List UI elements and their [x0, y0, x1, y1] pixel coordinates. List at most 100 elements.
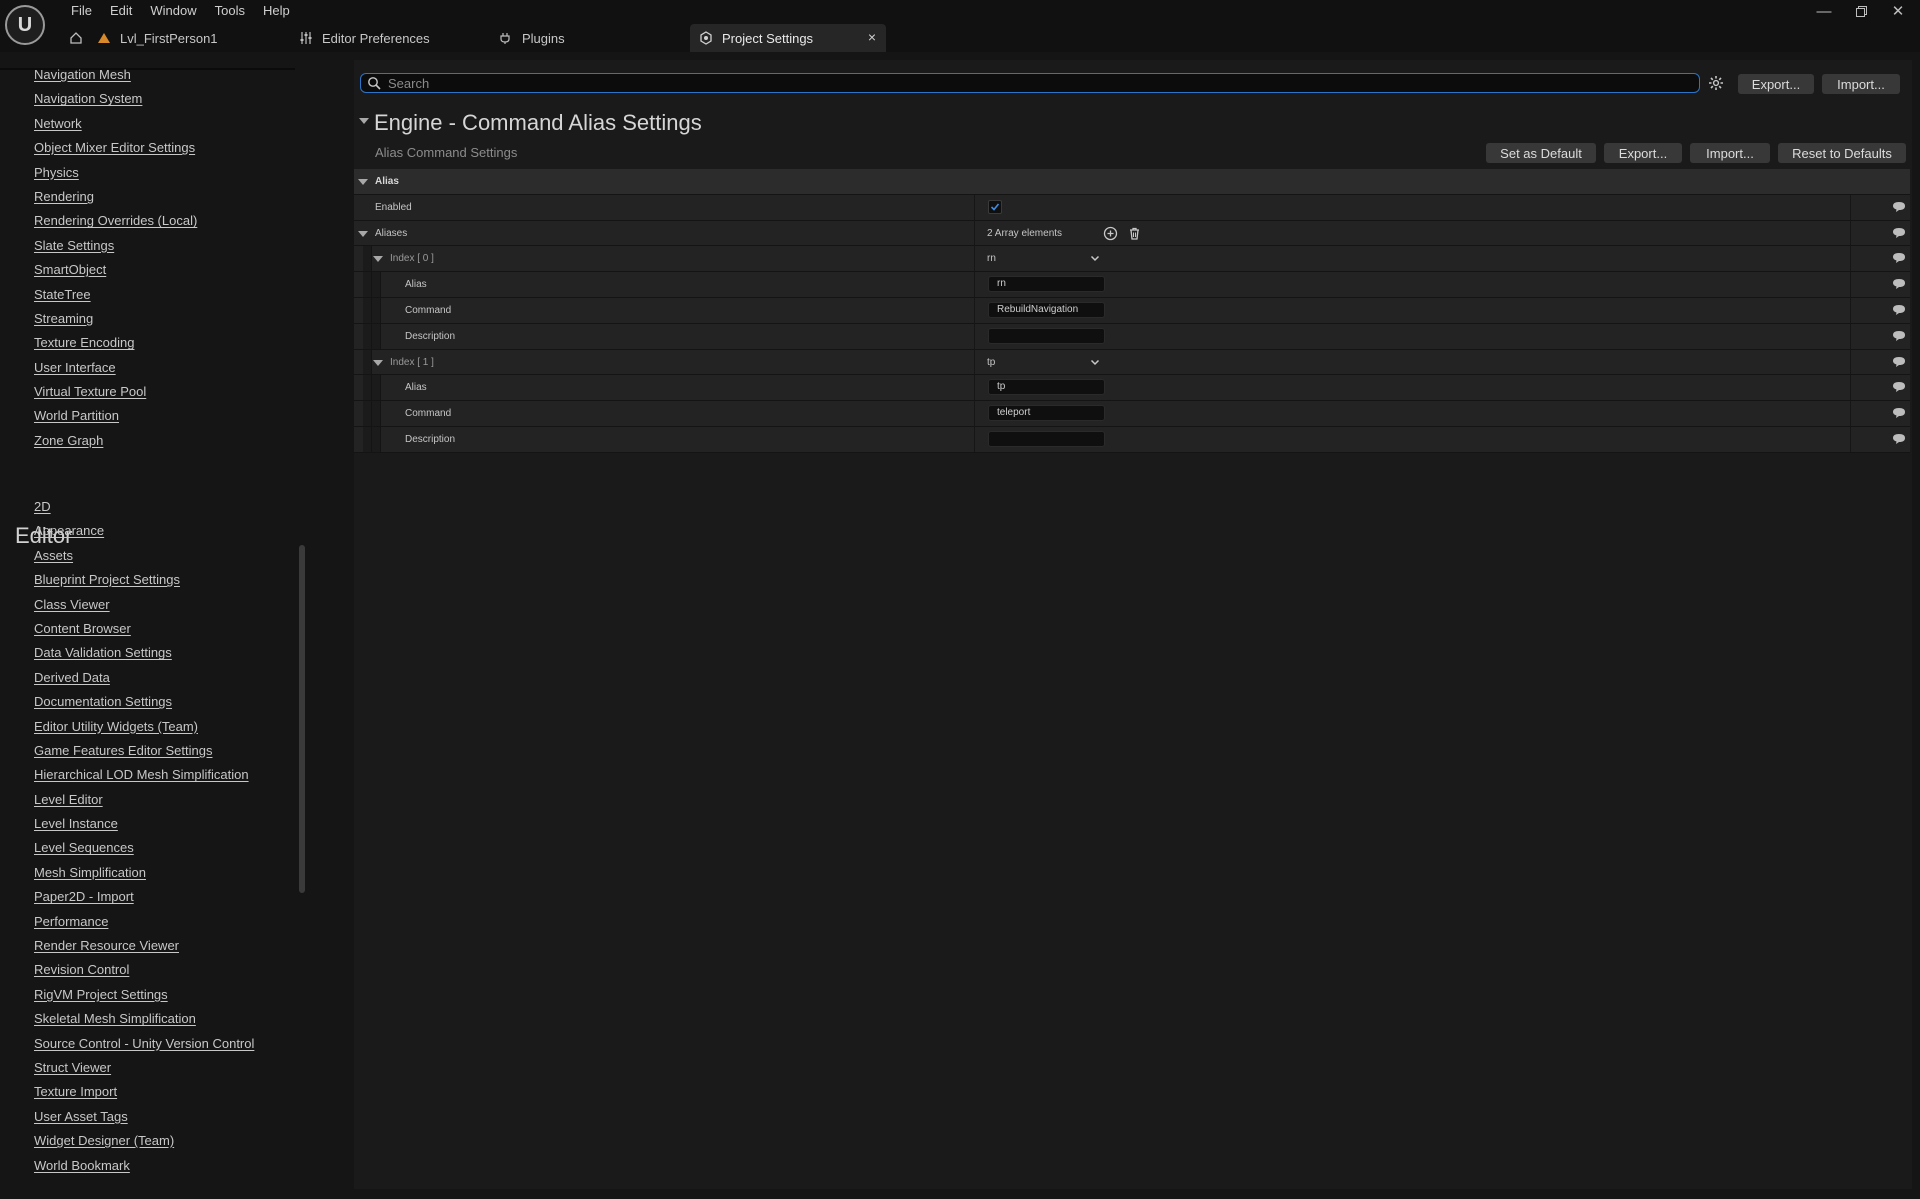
gear-icon[interactable]	[1706, 73, 1726, 93]
sidebar-item-editor-utility-widgets-team[interactable]: Editor Utility Widgets (Team)	[34, 715, 254, 739]
collapse-section-icon[interactable]	[358, 179, 368, 185]
comment-icon[interactable]	[1892, 304, 1906, 316]
comment-icon[interactable]	[1892, 407, 1906, 419]
sidebar-item-source-control-unity-version-control[interactable]: Source Control - Unity Version Control	[34, 1032, 254, 1056]
sidebar-item-navigation-mesh[interactable]: Navigation Mesh	[34, 63, 197, 87]
chevron-down-icon[interactable]	[1089, 252, 1101, 264]
comment-icon[interactable]	[1892, 252, 1906, 264]
comment-icon[interactable]	[1892, 227, 1906, 239]
sidebar-item-physics[interactable]: Physics	[34, 161, 197, 185]
sidebar-item-statetree[interactable]: StateTree	[34, 283, 197, 307]
panel-splitter[interactable]	[330, 52, 355, 1199]
description-field[interactable]	[988, 430, 1105, 447]
expand-element-icon[interactable]	[373, 359, 383, 366]
sidebar-item-struct-viewer[interactable]: Struct Viewer	[34, 1056, 254, 1080]
sidebar-item-user-interface[interactable]: User Interface	[34, 356, 197, 380]
sidebar-item-data-validation-settings[interactable]: Data Validation Settings	[34, 641, 254, 665]
delete-elements-icon[interactable]	[1127, 226, 1142, 241]
sidebar-item-blueprint-project-settings[interactable]: Blueprint Project Settings	[34, 568, 254, 592]
minimize-icon[interactable]: —	[1806, 0, 1842, 22]
comment-icon[interactable]	[1892, 330, 1906, 342]
sidebar-item-performance[interactable]: Performance	[34, 910, 254, 934]
export-button[interactable]: Export...	[1738, 74, 1814, 94]
menu-edit[interactable]: Edit	[101, 0, 141, 22]
tab-project-settings[interactable]: Project Settings ×	[690, 24, 886, 52]
sidebar-item-world-bookmark[interactable]: World Bookmark	[34, 1154, 254, 1178]
sidebar-item-game-features-editor-settings[interactable]: Game Features Editor Settings	[34, 739, 254, 763]
close-tab-icon[interactable]: ×	[868, 29, 876, 45]
sidebar-item-level-editor[interactable]: Level Editor	[34, 788, 254, 812]
alias-section-header[interactable]: Alias	[354, 169, 1910, 195]
sidebar-item-texture-encoding[interactable]: Texture Encoding	[34, 331, 197, 355]
sidebar-item-world-partition[interactable]: World Partition	[34, 404, 197, 428]
collapse-category-icon[interactable]	[359, 118, 369, 124]
sidebar-item-documentation-settings[interactable]: Documentation Settings	[34, 690, 254, 714]
array-element-header[interactable]: Index [ 0 ] rn	[354, 246, 1910, 273]
sidebar-item-paper2d-import[interactable]: Paper2D - Import	[34, 885, 254, 909]
menu-window[interactable]: Window	[141, 0, 205, 22]
sidebar-item-appearance[interactable]: Appearance	[34, 519, 254, 543]
command-field[interactable]: teleport	[988, 405, 1105, 422]
add-element-icon[interactable]	[1103, 226, 1118, 241]
sidebar-item-level-sequences[interactable]: Level Sequences	[34, 836, 254, 860]
reset-to-defaults-button[interactable]: Reset to Defaults	[1778, 143, 1906, 163]
restore-icon[interactable]	[1843, 0, 1879, 22]
menu-help[interactable]: Help	[254, 0, 299, 22]
description-field[interactable]	[988, 327, 1105, 344]
menu-tools[interactable]: Tools	[206, 0, 254, 22]
sidebar-item-skeletal-mesh-simplification[interactable]: Skeletal Mesh Simplification	[34, 1007, 254, 1031]
sidebar-item-2d[interactable]: 2D	[34, 495, 254, 519]
comment-icon[interactable]	[1892, 381, 1906, 393]
expand-element-icon[interactable]	[373, 256, 383, 263]
sidebar-item-hierarchical-lod-mesh-simplification[interactable]: Hierarchical LOD Mesh Simplification	[34, 763, 254, 787]
array-element-header[interactable]: Index [ 1 ] tp	[354, 349, 1910, 376]
sidebar-item-revision-control[interactable]: Revision Control	[34, 958, 254, 982]
sidebar-item-rendering-overrides-local[interactable]: Rendering Overrides (Local)	[34, 209, 197, 233]
enabled-checkbox[interactable]	[988, 199, 1002, 214]
sidebar-item-mesh-simplification[interactable]: Mesh Simplification	[34, 861, 254, 885]
sidebar-item-texture-import[interactable]: Texture Import	[34, 1080, 254, 1104]
element-combo-value[interactable]: tp	[987, 350, 995, 375]
menu-file[interactable]: File	[62, 0, 101, 22]
element-combo-value[interactable]: rn	[987, 246, 996, 271]
sidebar-item-class-viewer[interactable]: Class Viewer	[34, 593, 254, 617]
search-input[interactable]	[360, 73, 1700, 93]
sidebar-item-smartobject[interactable]: SmartObject	[34, 258, 197, 282]
sidebar-item-object-mixer-editor-settings[interactable]: Object Mixer Editor Settings	[34, 136, 197, 160]
sidebar-item-navigation-system[interactable]: Navigation System	[34, 87, 197, 111]
sidebar-item-slate-settings[interactable]: Slate Settings	[34, 234, 197, 258]
alias-field[interactable]: rn	[988, 276, 1105, 293]
sidebar-item-render-resource-viewer[interactable]: Render Resource Viewer	[34, 934, 254, 958]
sidebar-item-widget-designer-team[interactable]: Widget Designer (Team)	[34, 1129, 254, 1153]
search-field[interactable]	[386, 74, 1670, 92]
chevron-down-icon[interactable]	[1089, 356, 1101, 368]
sidebar-item-virtual-texture-pool[interactable]: Virtual Texture Pool	[34, 380, 197, 404]
category-import-button[interactable]: Import...	[1690, 143, 1770, 163]
comment-icon[interactable]	[1892, 356, 1906, 368]
comment-icon[interactable]	[1892, 201, 1906, 213]
sidebar-scrollbar[interactable]	[299, 545, 305, 893]
category-export-button[interactable]: Export...	[1604, 143, 1682, 163]
tab-plugins[interactable]: Plugins	[498, 24, 648, 52]
sidebar-item-content-browser[interactable]: Content Browser	[34, 617, 254, 641]
sidebar-item-rendering[interactable]: Rendering	[34, 185, 197, 209]
tab-editor-preferences[interactable]: Editor Preferences	[298, 24, 478, 52]
sidebar-item-network[interactable]: Network	[34, 112, 197, 136]
alias-field[interactable]: tp	[988, 379, 1105, 396]
sidebar-item-assets[interactable]: Assets	[34, 544, 254, 568]
unreal-logo-icon[interactable]: U	[5, 5, 45, 45]
sidebar-item-streaming[interactable]: Streaming	[34, 307, 197, 331]
sidebar-item-level-instance[interactable]: Level Instance	[34, 812, 254, 836]
command-field[interactable]: RebuildNavigation	[988, 301, 1105, 318]
close-window-icon[interactable]: ✕	[1880, 0, 1916, 22]
sidebar-item-derived-data[interactable]: Derived Data	[34, 666, 254, 690]
sidebar-item-zone-graph[interactable]: Zone Graph	[34, 429, 197, 453]
expand-aliases-icon[interactable]	[358, 230, 368, 237]
set-as-default-button[interactable]: Set as Default	[1486, 143, 1596, 163]
import-button[interactable]: Import...	[1822, 74, 1900, 94]
tab-home[interactable]: Lvl_FirstPerson1	[68, 24, 288, 52]
comment-icon[interactable]	[1892, 433, 1906, 445]
sidebar-item-user-asset-tags[interactable]: User Asset Tags	[34, 1105, 254, 1129]
comment-icon[interactable]	[1892, 278, 1906, 290]
sidebar-item-rigvm-project-settings[interactable]: RigVM Project Settings	[34, 983, 254, 1007]
